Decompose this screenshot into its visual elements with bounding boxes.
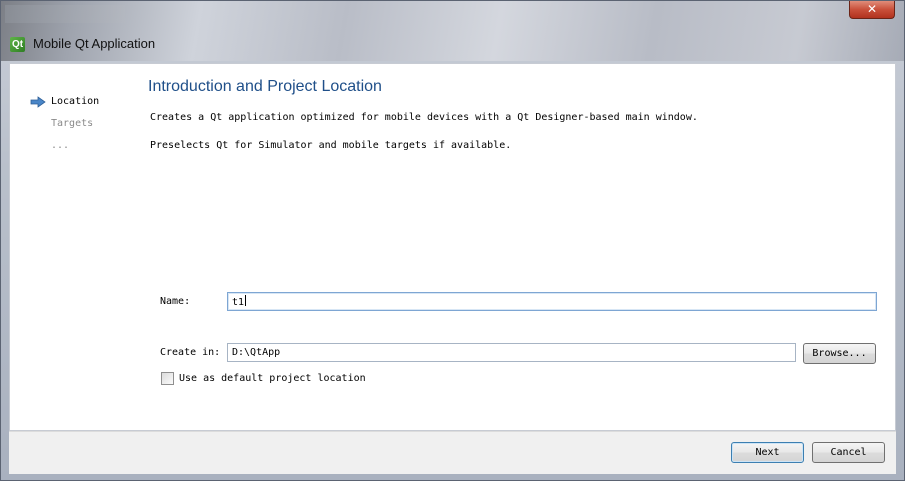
text-caret: [245, 295, 247, 306]
close-icon: ✕: [866, 2, 878, 16]
blurred-caption: [5, 5, 125, 23]
create-in-input[interactable]: D:\QtApp: [227, 343, 796, 362]
description-line-1: Creates a Qt application optimized for m…: [150, 112, 698, 123]
page-title: Introduction and Project Location: [148, 78, 382, 95]
browse-button[interactable]: Browse...: [803, 343, 876, 364]
next-button[interactable]: Next: [731, 442, 804, 463]
sidebar-item-more: ...: [51, 140, 70, 151]
default-location-checkbox[interactable]: [161, 372, 174, 385]
create-in-label: Create in:: [160, 347, 221, 358]
window-title: Mobile Qt Application: [33, 36, 156, 51]
name-input-value: t1: [232, 297, 245, 308]
description-line-2: Preselects Qt for Simulator and mobile t…: [150, 140, 512, 151]
default-location-label[interactable]: Use as default project location: [179, 373, 366, 384]
sidebar-item-targets: Targets: [51, 118, 94, 129]
name-label: Name:: [160, 296, 191, 307]
name-input[interactable]: t1: [227, 292, 877, 311]
create-in-input-value: D:\QtApp: [232, 347, 281, 358]
cancel-button[interactable]: Cancel: [812, 442, 885, 463]
wizard-page: Location Targets ... Introduction and Pr…: [9, 63, 896, 431]
wizard-footer: Next Cancel: [9, 431, 896, 474]
qt-creator-icon: Qt: [10, 37, 25, 52]
title-bar[interactable]: Qt Mobile Qt Application ✕: [1, 1, 904, 61]
close-button[interactable]: ✕: [849, 1, 895, 19]
wizard-window: Qt Mobile Qt Application ✕ Location Targ…: [0, 0, 905, 481]
current-step-arrow-icon: [30, 96, 46, 108]
sidebar-item-location: Location: [51, 96, 100, 107]
